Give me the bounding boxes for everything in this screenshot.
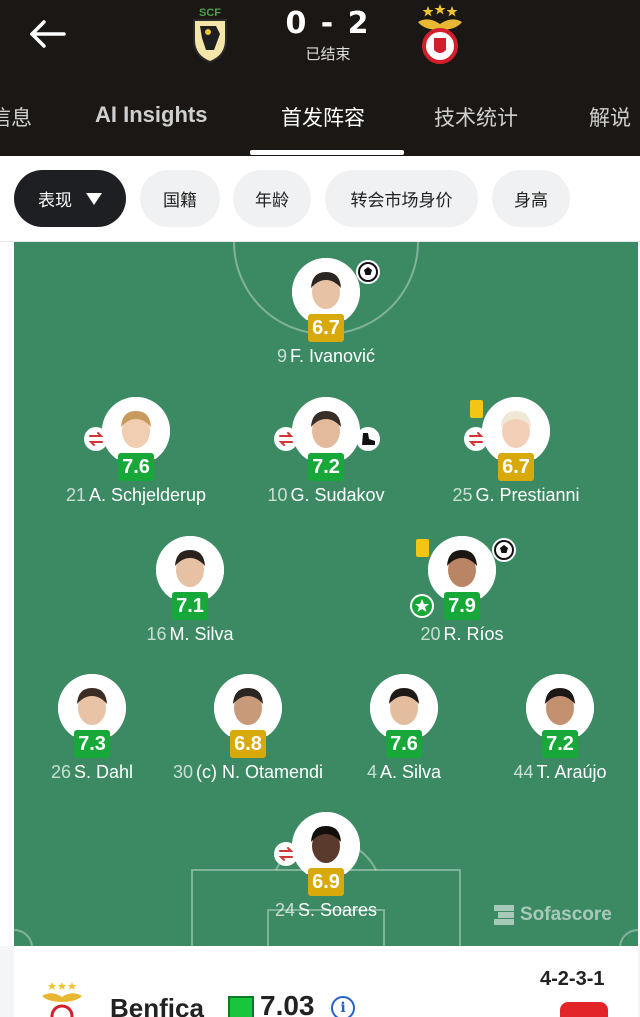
team-summary-bar: Benfica 7.03 i 4-2-3-1: [0, 946, 640, 1017]
player-number: 24: [274, 900, 295, 920]
player-number: 16: [146, 624, 167, 644]
player-number: 9: [276, 346, 287, 366]
svg-text:SCF: SCF: [199, 7, 221, 19]
tab-info[interactable]: 信息: [0, 102, 32, 132]
match-score: 0 - 2: [285, 6, 371, 41]
filter-chip-performance[interactable]: 表现: [14, 170, 126, 227]
player-name-line: 24 S. Soares: [216, 900, 436, 921]
substitution-icon: [464, 427, 488, 451]
tab-commentary[interactable]: 解说: [589, 102, 631, 132]
player-rating: 7.2: [308, 453, 344, 481]
watermark-text: Sofascore: [520, 904, 612, 925]
player-name: F. Ivanović: [289, 346, 376, 366]
player-number: 20: [420, 624, 441, 644]
team-name: Benfica: [110, 993, 204, 1017]
player-card[interactable]: 6.7 9 F. Ivanović: [246, 258, 406, 378]
yellow-card-icon: [464, 397, 488, 421]
player-number: 10: [267, 485, 288, 505]
substitution-out-icon: [274, 842, 298, 866]
player-number: 21: [65, 485, 86, 505]
player-rating: 6.7: [498, 453, 534, 481]
player-rating: 7.9: [444, 592, 480, 620]
player-name: R. Ríos: [443, 624, 504, 644]
player-card[interactable]: 7.2 44 T. Araújo: [480, 674, 638, 794]
player-name-line: 10 G. Sudakov: [216, 485, 436, 506]
player-name-line: 9 F. Ivanović: [216, 346, 436, 367]
assist-boot-icon: [356, 427, 380, 451]
player-rating: 6.9: [308, 868, 344, 896]
player-number: 25: [452, 485, 473, 505]
filter-chip-market-value[interactable]: 转会市场身价: [325, 170, 478, 227]
player-number: 4: [366, 762, 377, 782]
player-rating: 6.8: [230, 730, 266, 758]
goal-icon: [492, 538, 516, 562]
player-name-line: 20 R. Ríos: [352, 624, 572, 645]
player-name: A. Schjelderup: [88, 485, 207, 505]
lineup-pitch: 6.7 9 F. Ivanović 7.6 21 A. Schjelderup 7.2 10 G…: [14, 242, 638, 946]
player-rating: 7.1: [172, 592, 208, 620]
filter-chip-height[interactable]: 身高: [492, 170, 570, 227]
player-rating: 6.7: [308, 314, 344, 342]
player-name: G. Prestianni: [475, 485, 580, 505]
player-rating: 7.3: [74, 730, 110, 758]
player-number: 44: [513, 762, 534, 782]
star-icon: [410, 594, 434, 618]
player-name-line: 21 A. Schjelderup: [26, 485, 246, 506]
player-card[interactable]: 7.2 10 G. Sudakov: [246, 397, 406, 517]
filter-chip-bar: 表现 国籍 年龄 转会市场身价 身高: [0, 156, 640, 242]
substitution-icon: [84, 427, 108, 451]
player-card[interactable]: 6.7 25 G. Prestianni: [436, 397, 596, 517]
active-tab-indicator: [250, 150, 404, 155]
away-team-crest[interactable]: [414, 4, 462, 64]
player-rating: 7.2: [542, 730, 578, 758]
tab-lineups[interactable]: 首发阵容: [281, 102, 365, 132]
benfica-crest-icon: [418, 4, 462, 64]
player-number: 26: [50, 762, 71, 782]
player-rating: 7.6: [386, 730, 422, 758]
home-team-crest[interactable]: SCF: [186, 4, 234, 64]
info-icon[interactable]: i: [331, 996, 355, 1017]
player-card[interactable]: 7.6 21 A. Schjelderup: [56, 397, 216, 517]
player-rating: 7.6: [118, 453, 154, 481]
substitution-out-icon: [274, 427, 298, 451]
match-status: 已结束: [305, 45, 351, 63]
filter-chip-label: 表现: [38, 191, 72, 211]
team-rating-swatch: [228, 996, 254, 1017]
team-average-rating: 7.03: [260, 990, 315, 1017]
player-card[interactable]: 6.9 24 S. Soares: [246, 812, 406, 932]
scf-crest-icon: SCF: [193, 7, 227, 64]
player-name-line: 16 M. Silva: [80, 624, 300, 645]
score-block: 0 - 2 已结束: [260, 6, 396, 64]
sofascore-logo-icon: [494, 905, 514, 925]
jersey-icon: [560, 1002, 608, 1017]
caret-down-icon: [86, 192, 102, 205]
team-formation: 4-2-3-1: [540, 968, 605, 990]
match-tabs: 信息 AI Insights 首发阵容 技术统计 解说: [0, 96, 640, 156]
goal-icon: [356, 260, 380, 284]
player-name-line: 44 T. Araújo: [450, 762, 638, 783]
player-card[interactable]: 7.1 16 M. Silva: [110, 536, 270, 656]
benfica-crest-icon: [42, 982, 82, 1017]
player-name: A. Silva: [379, 762, 442, 782]
player-name-line: 25 G. Prestianni: [406, 485, 626, 506]
player-name: S. Dahl: [74, 762, 134, 782]
player-name: G. Sudakov: [290, 485, 385, 505]
filter-chip-nationality[interactable]: 国籍: [140, 170, 220, 227]
tab-statistics[interactable]: 技术统计: [434, 102, 518, 132]
filter-chip-age[interactable]: 年龄: [233, 170, 311, 227]
player-name: S. Soares: [297, 900, 378, 920]
back-button[interactable]: [26, 14, 70, 54]
player-card[interactable]: 7.9 20 R. Ríos: [382, 536, 542, 656]
yellow-card-icon: [410, 536, 434, 560]
match-header: SCF 0 - 2 已结束 信息 AI Insights 首发阵容 技术统计 解…: [0, 0, 640, 156]
sofascore-watermark: Sofascore: [494, 904, 612, 926]
player-name: T. Araújo: [536, 762, 607, 782]
tab-ai-insights[interactable]: AI Insights: [95, 102, 207, 128]
player-number: 30: [172, 762, 193, 782]
arrow-left-icon: [30, 20, 66, 48]
player-name: M. Silva: [169, 624, 234, 644]
